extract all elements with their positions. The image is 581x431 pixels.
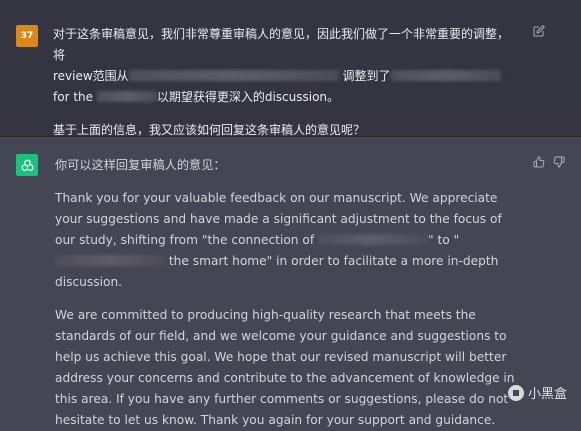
edit-icon[interactable]: [533, 25, 545, 37]
assistant-para1-part-b: " to ": [428, 233, 460, 247]
watermark: 小黑盒: [508, 383, 567, 402]
redacted-text: [390, 70, 501, 81]
user-line-3a: for the: [53, 90, 94, 104]
user-line-3b: 以期望获得更深入的discussion。: [156, 90, 340, 104]
user-avatar: 37: [16, 25, 38, 47]
user-line-2a: review范围从: [53, 69, 129, 83]
assistant-paragraph-1: Thank you for your valuable feedback on …: [55, 188, 525, 293]
thumbs-up-icon[interactable]: [533, 156, 545, 168]
user-message-body: 对于这条审稿意见，我们非常尊重审稿人的意见，因此我们做了一个非常重要的调整，将 …: [53, 24, 518, 108]
watermark-text: 小黑盒: [528, 387, 568, 402]
redacted-text: [318, 234, 429, 245]
redacted-text: [96, 91, 157, 102]
user-line-1: 对于这条审稿意见，我们非常尊重审稿人的意见，因此我们做了一个非常重要的调整，将: [53, 27, 510, 62]
thumbs-down-icon[interactable]: [553, 156, 565, 168]
assistant-paragraph-2: We are committed to producing high-quali…: [55, 308, 515, 427]
xiaoheihe-logo-icon: [508, 384, 524, 401]
user-message-text: 对于这条审稿意见，我们非常尊重审稿人的意见，因此我们做了一个非常重要的调整，将 …: [53, 24, 518, 141]
assistant-message-text: 你可以这样回复审稿人的意见： Thank you for your valuab…: [55, 155, 525, 431]
assistant-intro: 你可以这样回复审稿人的意见：: [55, 158, 226, 172]
redacted-text: [128, 70, 339, 81]
openai-logo-icon: [16, 154, 38, 176]
user-line-2b: 调整到了: [342, 69, 391, 83]
redacted-text: [55, 255, 165, 266]
